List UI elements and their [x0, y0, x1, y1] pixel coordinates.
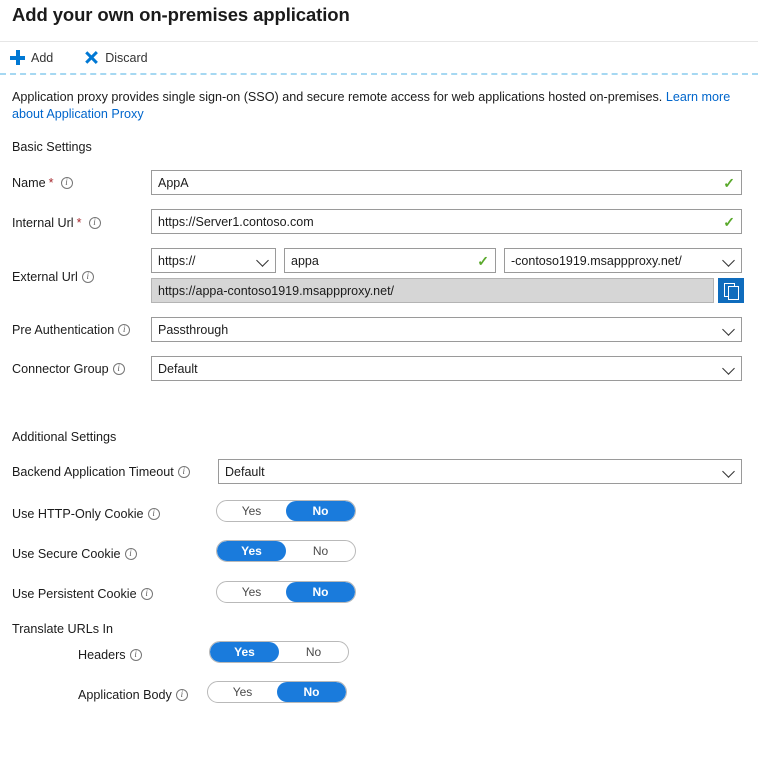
persistent-cookie-label-text: Use Persistent Cookie: [12, 587, 137, 601]
valid-check-icon: ✓: [723, 174, 735, 191]
copy-external-url-button[interactable]: [718, 278, 744, 303]
valid-check-icon: ✓: [477, 252, 489, 269]
pre-authentication-value: Passthrough: [158, 322, 229, 337]
toolbar-divider: [0, 73, 758, 75]
toggle-option-yes[interactable]: Yes: [217, 501, 286, 521]
valid-check-icon: ✓: [723, 213, 735, 230]
application-body-label-text: Application Body: [78, 688, 172, 702]
application-body-toggle[interactable]: Yes No: [207, 681, 347, 703]
connector-group-label: Connector Group: [12, 362, 125, 376]
internal-url-input[interactable]: https://Server1.contoso.com ✓: [151, 209, 742, 234]
page-title: Add your own on-premises application: [12, 4, 350, 25]
section-heading-additional-settings: Additional Settings: [12, 430, 117, 444]
headers-label-text: Headers: [78, 648, 126, 662]
info-icon[interactable]: [112, 363, 125, 375]
persistent-cookie-toggle[interactable]: Yes No: [216, 581, 356, 603]
description-body: Application proxy provides single sign-o…: [12, 90, 666, 104]
internal-url-label: Internal Url *: [12, 216, 101, 230]
description-text: Application proxy provides single sign-o…: [12, 89, 746, 123]
add-button-label: Add: [31, 50, 54, 65]
name-input-value: AppA: [158, 175, 189, 190]
external-url-domain-value: -contoso1919.msappproxy.net/: [511, 253, 682, 268]
external-url-readonly-display: https://appa-contoso1919.msappproxy.net/: [151, 278, 714, 303]
http-only-cookie-toggle[interactable]: Yes No: [216, 500, 356, 522]
external-url-label: External Url: [12, 270, 94, 284]
http-only-cookie-label-text: Use HTTP-Only Cookie: [12, 507, 144, 521]
pre-authentication-label: Pre Authentication: [12, 323, 131, 337]
pre-authentication-label-text: Pre Authentication: [12, 323, 115, 337]
plus-icon: [10, 50, 25, 65]
backend-timeout-value: Default: [225, 464, 265, 479]
required-asterisk: *: [48, 176, 54, 190]
headers-label: Headers: [78, 648, 142, 662]
chevron-down-icon: [724, 466, 735, 477]
chevron-down-icon: [724, 363, 735, 374]
chevron-down-icon: [724, 255, 735, 266]
toggle-option-yes[interactable]: Yes: [217, 582, 286, 602]
command-toolbar: Add Discard: [0, 41, 758, 73]
toggle-option-no[interactable]: No: [286, 501, 355, 521]
info-icon[interactable]: [88, 217, 101, 229]
info-icon[interactable]: [147, 508, 160, 520]
toggle-option-no[interactable]: No: [286, 582, 355, 602]
discard-button-label: Discard: [105, 50, 148, 65]
toggle-option-no[interactable]: No: [279, 642, 348, 662]
secure-cookie-label-text: Use Secure Cookie: [12, 547, 121, 561]
secure-cookie-label: Use Secure Cookie: [12, 547, 137, 561]
secure-cookie-toggle[interactable]: Yes No: [216, 540, 356, 562]
external-url-full-value: https://appa-contoso1919.msappproxy.net/: [158, 283, 395, 298]
internal-url-label-text: Internal Url: [12, 216, 74, 230]
name-label-text: Name: [12, 176, 46, 190]
external-url-scheme-select[interactable]: https://: [151, 248, 276, 273]
external-url-host-value: appa: [291, 253, 319, 268]
copy-icon: [723, 283, 739, 300]
connector-group-value: Default: [158, 361, 198, 376]
external-url-label-text: External Url: [12, 270, 78, 284]
backend-timeout-select[interactable]: Default: [218, 459, 742, 484]
add-button[interactable]: Add: [0, 43, 62, 73]
http-only-cookie-label: Use HTTP-Only Cookie: [12, 507, 160, 521]
name-label: Name *: [12, 176, 73, 190]
section-heading-translate-urls: Translate URLs In: [12, 622, 114, 636]
close-icon: [84, 50, 99, 65]
internal-url-input-value: https://Server1.contoso.com: [158, 214, 314, 229]
backend-timeout-label-text: Backend Application Timeout: [12, 465, 174, 479]
external-url-scheme-value: https://: [158, 253, 196, 268]
backend-timeout-label: Backend Application Timeout: [12, 465, 190, 479]
chevron-down-icon: [258, 255, 269, 266]
discard-button[interactable]: Discard: [74, 43, 156, 73]
info-icon[interactable]: [60, 177, 73, 189]
info-icon[interactable]: [140, 588, 153, 600]
connector-group-label-text: Connector Group: [12, 362, 109, 376]
info-icon[interactable]: [177, 466, 190, 478]
chevron-down-icon: [724, 324, 735, 335]
persistent-cookie-label: Use Persistent Cookie: [12, 587, 153, 601]
external-url-domain-select[interactable]: -contoso1919.msappproxy.net/: [504, 248, 742, 273]
info-icon[interactable]: [124, 548, 137, 560]
section-heading-basic-settings: Basic Settings: [12, 140, 92, 154]
toggle-option-yes[interactable]: Yes: [208, 682, 277, 702]
connector-group-select[interactable]: Default: [151, 356, 742, 381]
pre-authentication-select[interactable]: Passthrough: [151, 317, 742, 342]
info-icon[interactable]: [129, 649, 142, 661]
info-icon[interactable]: [118, 324, 131, 336]
toggle-option-yes[interactable]: Yes: [210, 642, 279, 662]
toggle-option-no[interactable]: No: [277, 682, 346, 702]
info-icon[interactable]: [81, 271, 94, 283]
application-body-label: Application Body: [78, 688, 188, 702]
toggle-option-yes[interactable]: Yes: [217, 541, 286, 561]
toggle-option-no[interactable]: No: [286, 541, 355, 561]
external-url-host-input[interactable]: appa ✓: [284, 248, 496, 273]
required-asterisk: *: [76, 216, 82, 230]
add-on-premises-application-blade: Add your own on-premises application Add…: [0, 0, 758, 764]
name-input[interactable]: AppA ✓: [151, 170, 742, 195]
info-icon[interactable]: [175, 689, 188, 701]
headers-toggle[interactable]: Yes No: [209, 641, 349, 663]
